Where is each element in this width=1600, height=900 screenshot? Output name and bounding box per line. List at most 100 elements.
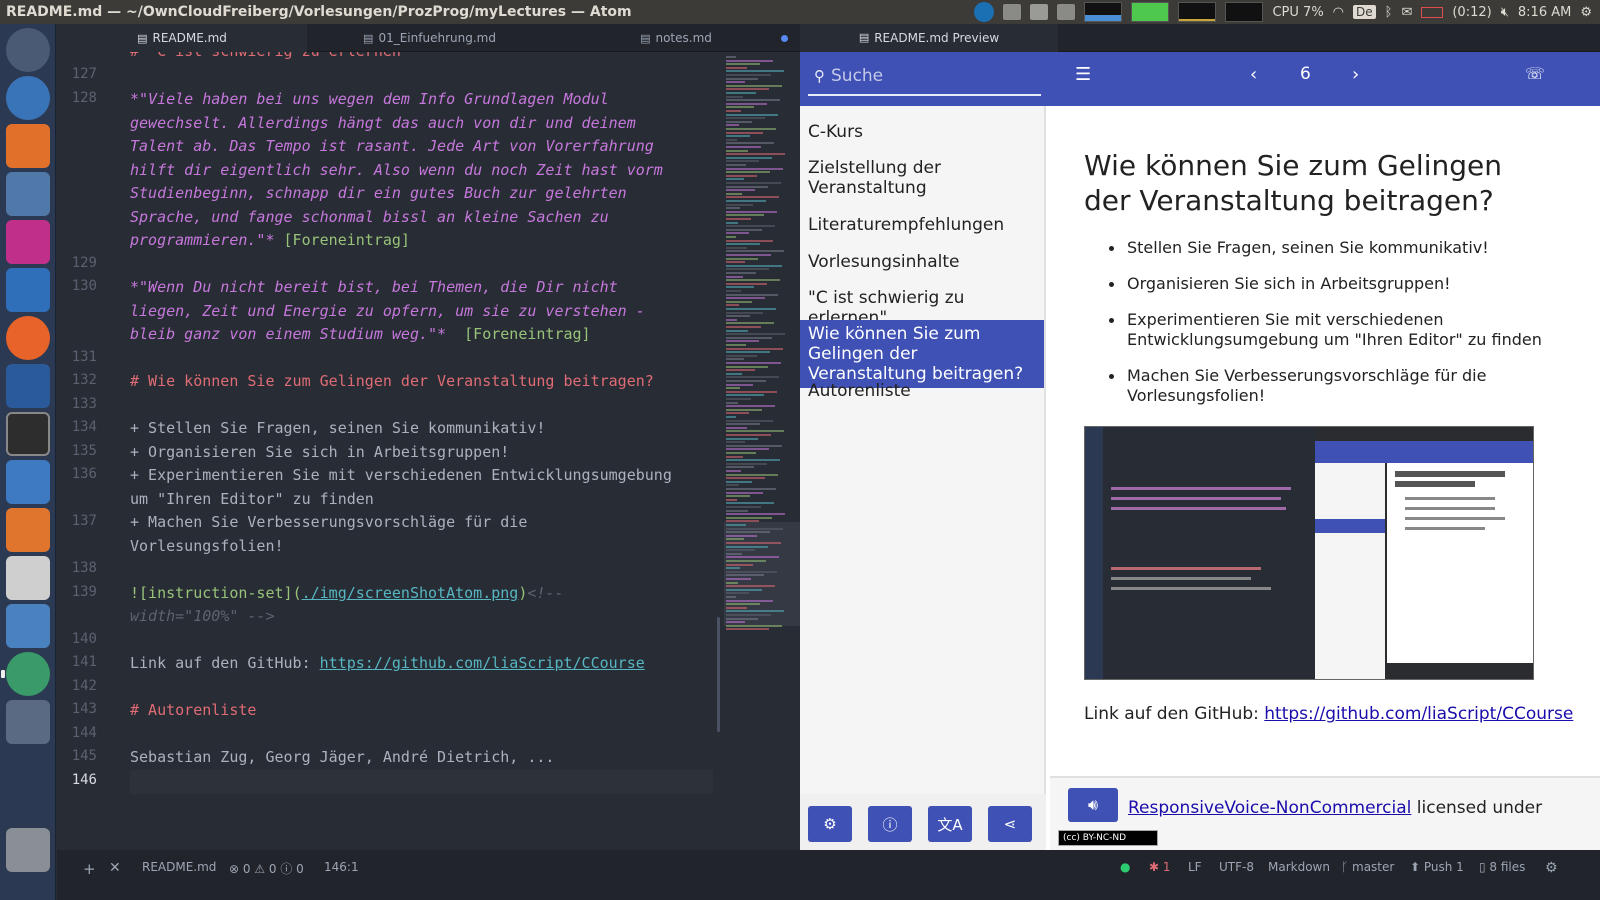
settings-button[interactable]: ⚙ xyxy=(808,806,852,842)
network-graph-icon[interactable] xyxy=(1084,2,1123,22)
firefox-icon[interactable] xyxy=(6,316,50,360)
info-button[interactable]: ⓘ xyxy=(868,806,912,842)
home-folder-icon[interactable] xyxy=(6,364,50,408)
cc-license-badge[interactable]: (cc) BY-NC-ND xyxy=(1058,830,1158,846)
markdown-icon: ▤ xyxy=(640,31,651,45)
status-diagnostics[interactable]: ⊗ 0 ⚠ 0 ⓘ 0 xyxy=(229,860,304,877)
tab-label: 01_Einfuehrung.md xyxy=(378,31,496,45)
toc-toggle-icon[interactable]: ☰ xyxy=(1075,64,1091,85)
status-file[interactable]: README.md xyxy=(142,860,216,874)
trash-icon[interactable] xyxy=(6,828,50,872)
dropbox-icon[interactable] xyxy=(1030,4,1049,20)
prev-slide-button[interactable]: ‹ xyxy=(1250,64,1257,85)
load-graph-icon[interactable] xyxy=(1225,2,1264,22)
translate-button[interactable]: 文A xyxy=(928,806,972,842)
settings-gear-icon[interactable]: ⚙ xyxy=(1580,5,1592,20)
bluetooth-icon[interactable]: ᛒ xyxy=(1385,5,1393,20)
minimap-line xyxy=(726,99,780,102)
mode-toggle-icon[interactable]: ☏ xyxy=(1525,64,1545,83)
dash-icon[interactable] xyxy=(6,28,50,72)
github-link[interactable]: https://github.com/liaScript/CCourse xyxy=(1264,704,1573,724)
keyboard-layout[interactable]: De xyxy=(1353,5,1376,19)
cursor-line-highlight xyxy=(130,770,713,794)
code-editor[interactable]: # C ist schwierig zu erlernen" 127 128 *… xyxy=(57,52,722,850)
mail-icon[interactable]: ✉ xyxy=(1401,5,1412,20)
terminal-icon[interactable] xyxy=(6,412,50,456)
gear-icon: ⚙ xyxy=(823,815,837,833)
minimap-line xyxy=(726,592,749,595)
status-issues[interactable]: ✱ 1 xyxy=(1149,860,1171,874)
quote-end: bleib ganz von einem Studium weg."* xyxy=(130,325,447,343)
responsivevoice-link[interactable]: ResponsiveVoice-NonCommercial xyxy=(1128,798,1411,818)
status-branch[interactable]: ᚴ master xyxy=(1341,860,1394,874)
minimap[interactable] xyxy=(722,52,800,850)
wifi-icon[interactable]: ◠ xyxy=(1333,5,1344,20)
voice-license-text: ResponsiveVoice-NonCommercial licensed u… xyxy=(1128,798,1542,818)
memory-graph-icon[interactable] xyxy=(1131,2,1170,22)
tab-readme[interactable]: ▤ README.md xyxy=(57,24,307,52)
status-push[interactable]: ⬆ Push 1 xyxy=(1410,860,1464,874)
update-icon[interactable] xyxy=(1003,4,1022,20)
minimap-line xyxy=(726,264,782,267)
minimap-line xyxy=(726,408,762,411)
line-number: 129 xyxy=(71,255,97,271)
app-window-icon[interactable] xyxy=(6,220,50,264)
camera-icon[interactable] xyxy=(6,556,50,600)
minimap-line xyxy=(726,527,783,530)
system-settings-icon[interactable] xyxy=(6,172,50,216)
thunderbird-icon[interactable] xyxy=(6,76,50,120)
battery-time[interactable]: (0:12) xyxy=(1452,5,1491,20)
atom-icon[interactable] xyxy=(1,652,50,696)
minimap-line xyxy=(726,588,762,591)
status-encoding[interactable]: UTF-8 xyxy=(1219,860,1254,874)
minimap-line xyxy=(726,563,753,566)
search-input[interactable]: ⚲ Suche xyxy=(808,58,1041,96)
minimap-line xyxy=(726,488,776,490)
remote-desktop-icon[interactable] xyxy=(6,604,50,648)
minimap-line xyxy=(726,113,778,116)
software-center-icon[interactable] xyxy=(6,124,50,168)
share-button[interactable]: ⋖ xyxy=(988,806,1032,842)
scrollbar[interactable] xyxy=(717,617,720,732)
files-icon[interactable] xyxy=(6,508,50,552)
toc-item[interactable]: C-Kurs xyxy=(800,122,1044,142)
speaker-button[interactable]: 🔊︎ xyxy=(1068,788,1118,822)
github-link[interactable]: https://github.com/liaScript/CCourse xyxy=(320,654,645,672)
tab-einfuehrung[interactable]: ▤ 01_Einfuehrung.md xyxy=(307,24,552,52)
volume-icon[interactable]: 🔇︎ xyxy=(1501,5,1509,20)
system-monitor-icon[interactable] xyxy=(6,460,50,504)
tab-notes[interactable]: ▤ notes.md xyxy=(552,24,800,52)
image-path[interactable]: ./img/screenShotAtom.png xyxy=(302,584,519,602)
status-grammar[interactable]: Markdown xyxy=(1268,860,1330,874)
toc-item-active[interactable]: Wie können Sie zum Gelingen der Veransta… xyxy=(800,320,1044,388)
slide-number: 6 xyxy=(1300,64,1311,84)
swap-graph-icon[interactable] xyxy=(1178,2,1217,22)
minimap-line xyxy=(726,516,772,519)
clipboard-icon[interactable] xyxy=(1057,4,1076,20)
minimap-line xyxy=(726,246,747,249)
toc-item[interactable]: Zielstellung der Veranstaltung xyxy=(800,158,1044,198)
list-item: Experimentieren Sie mit verschiedenen En… xyxy=(1084,310,1554,350)
battery-icon[interactable] xyxy=(1421,6,1444,18)
add-icon[interactable]: + xyxy=(83,860,96,878)
ovgu-icon[interactable] xyxy=(6,268,50,312)
minimap-line xyxy=(726,135,750,138)
minimap-line xyxy=(726,448,769,451)
minimap-line xyxy=(726,390,777,393)
next-slide-button[interactable]: › xyxy=(1352,64,1359,85)
toc-item[interactable]: Autorenliste xyxy=(800,381,1044,401)
status-cursor[interactable]: 146:1 xyxy=(324,860,359,874)
minimap-line xyxy=(726,149,748,152)
cpu-indicator[interactable]: CPU 7% xyxy=(1272,5,1323,20)
hp-icon[interactable] xyxy=(974,2,995,22)
tab-readme-preview[interactable]: ▤ README.md Preview xyxy=(800,23,1058,52)
toc-item[interactable]: Vorlesungsinhalte xyxy=(800,252,1044,272)
workspace-switcher-icon[interactable] xyxy=(6,700,50,744)
status-files[interactable]: ▯ 8 files xyxy=(1479,860,1525,874)
close-icon[interactable]: ✕ xyxy=(109,860,121,876)
toc-item[interactable]: Literaturempfehlungen xyxy=(800,215,1044,235)
github-icon[interactable]: ⚙ xyxy=(1545,860,1558,876)
clock[interactable]: 8:16 AM xyxy=(1518,5,1571,20)
minimap-line xyxy=(726,196,779,199)
status-eol[interactable]: LF xyxy=(1188,860,1202,874)
